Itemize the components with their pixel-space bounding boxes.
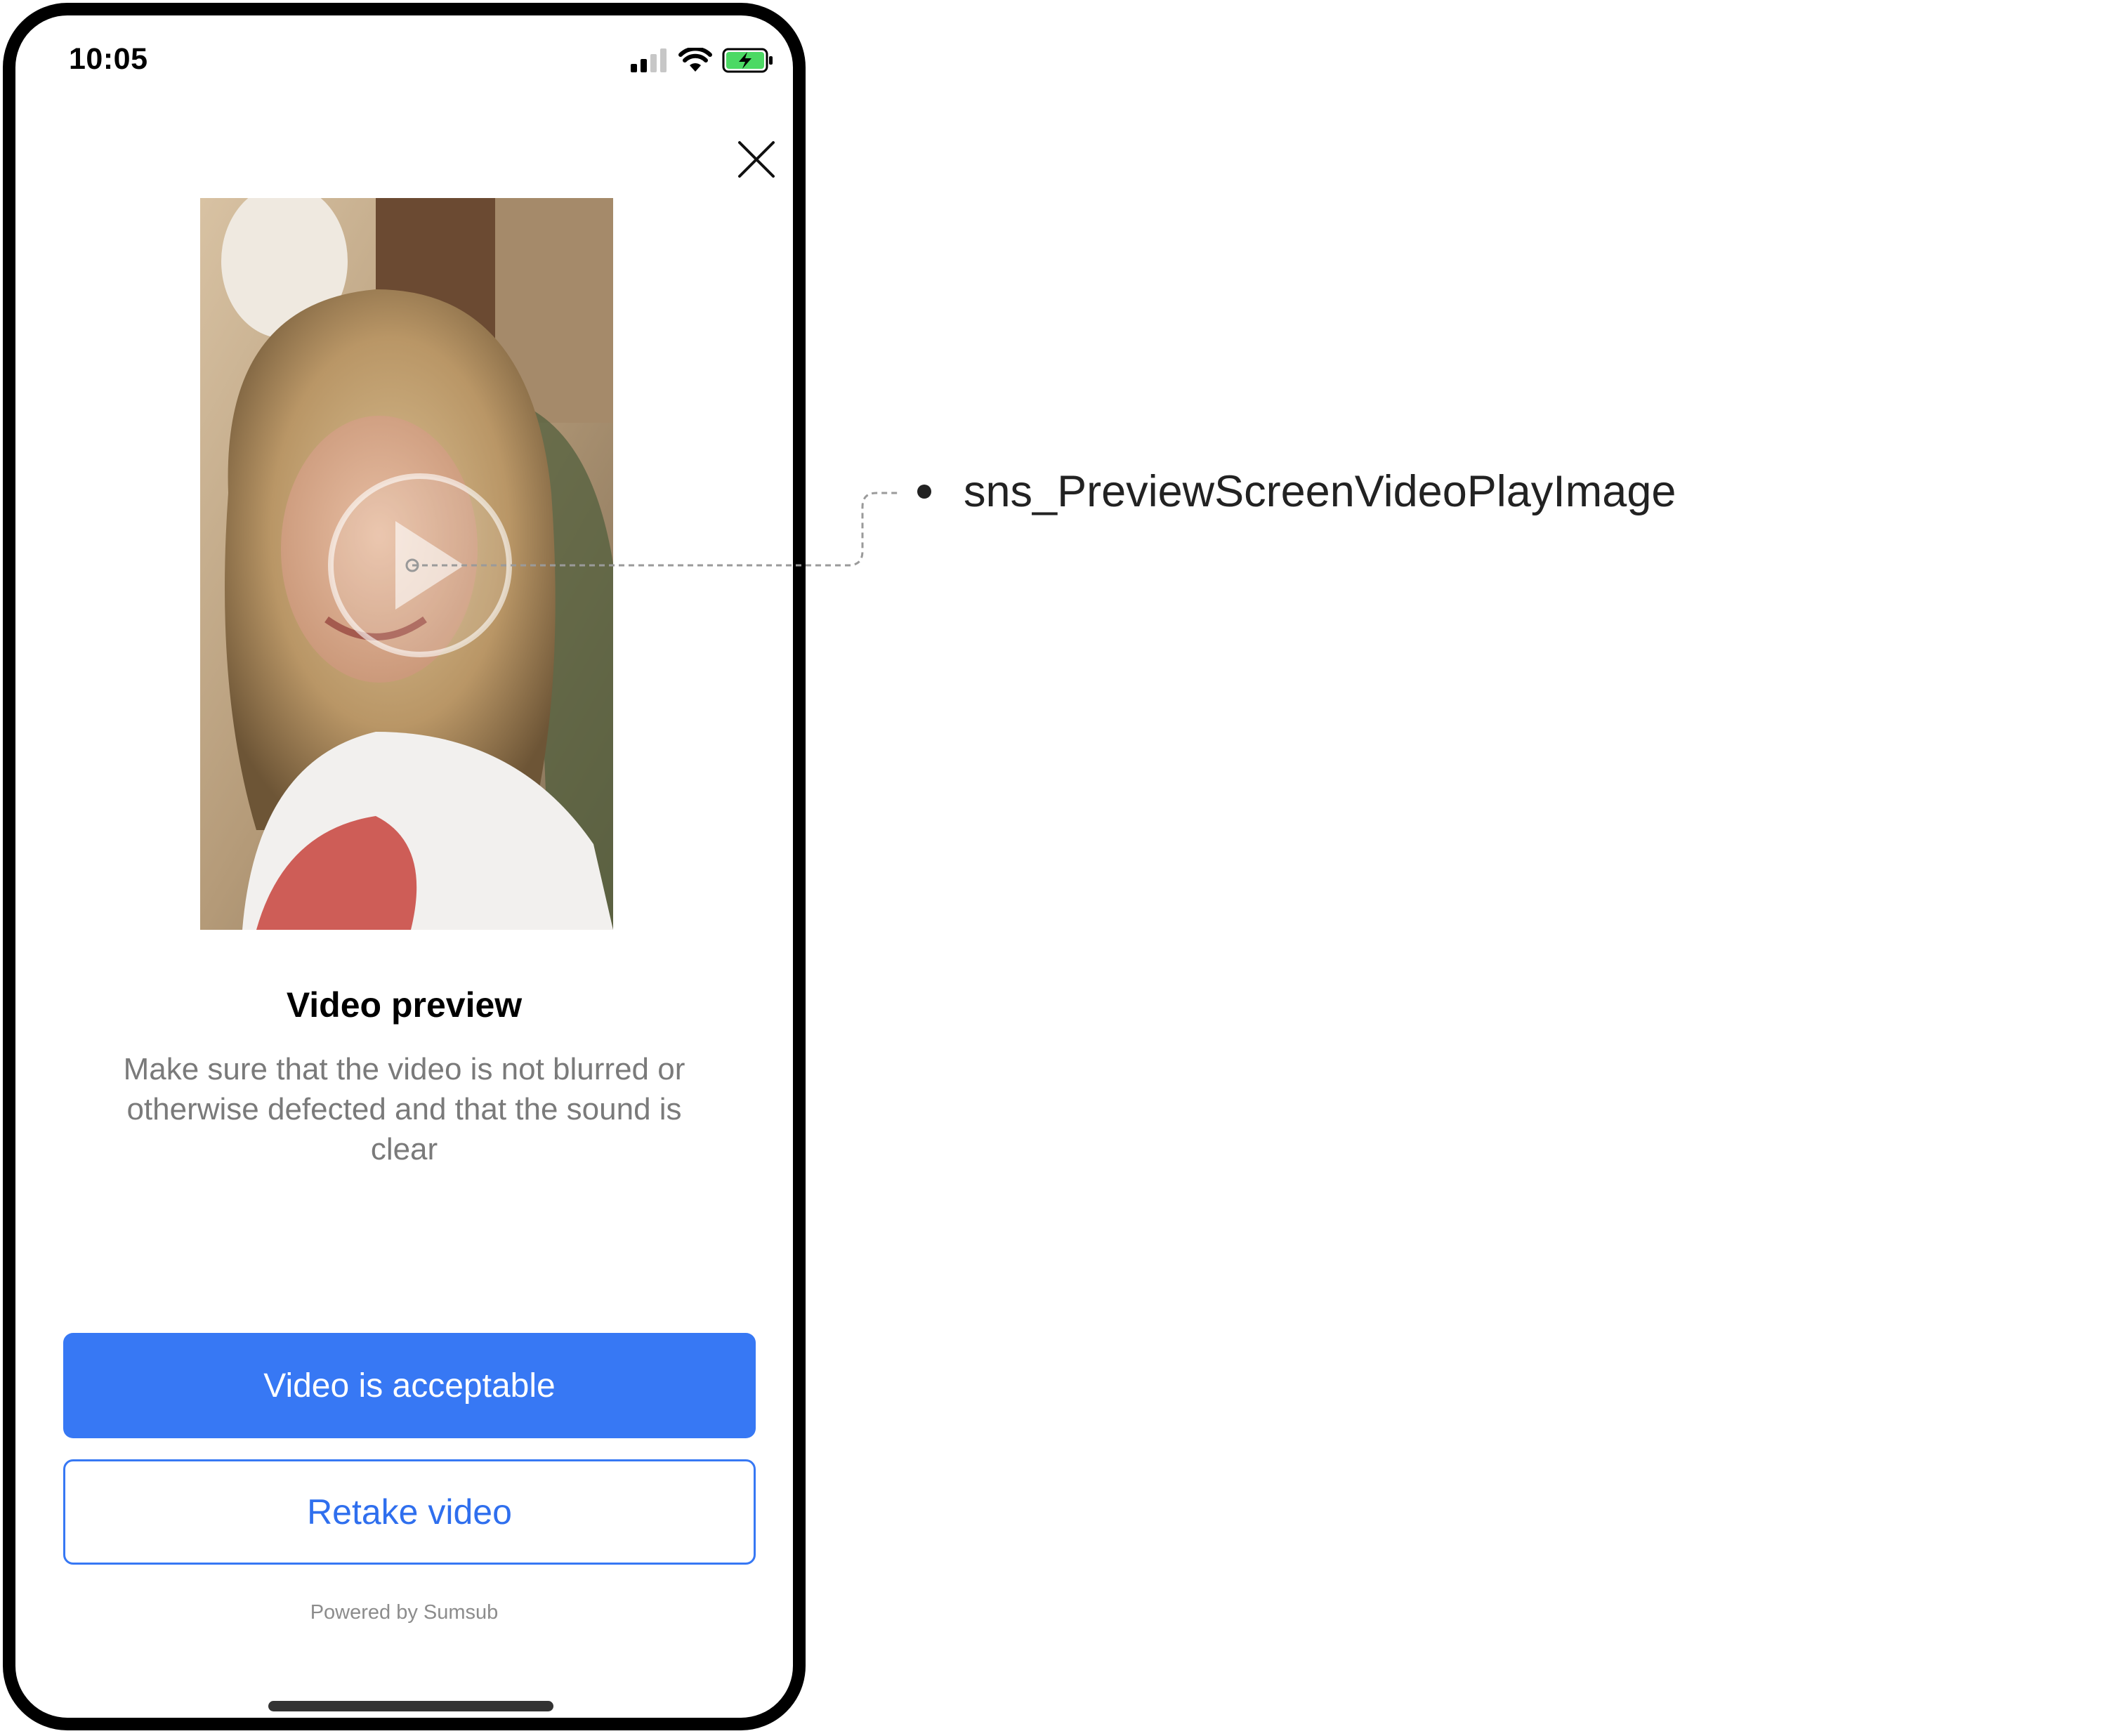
play-button[interactable]	[327, 472, 513, 659]
video-acceptable-button[interactable]: Video is acceptable	[63, 1333, 756, 1438]
home-indicator[interactable]	[268, 1701, 553, 1711]
close-button[interactable]	[729, 132, 784, 187]
annotation-bullet	[917, 485, 931, 499]
phone-frame: 10:05 Video preview Make sure that the v…	[3, 3, 806, 1730]
play-circle-icon	[328, 473, 512, 657]
page-title: Video preview	[286, 985, 523, 1025]
status-time: 10:05	[69, 42, 148, 76]
annotation-label: sns_PreviewScreenVideoPlayImage	[964, 467, 1676, 516]
wifi-icon	[678, 46, 712, 77]
battery-charging-icon	[722, 48, 774, 77]
video-preview-thumbnail	[200, 198, 613, 930]
close-icon	[738, 141, 775, 178]
powered-by-label: Powered by Sumsub	[310, 1601, 499, 1624]
page-subtitle: Make sure that the video is not blurred …	[123, 1052, 685, 1166]
cellular-signal-icon	[631, 48, 669, 76]
status-icons	[631, 46, 774, 77]
retake-video-button[interactable]: Retake video	[63, 1459, 756, 1565]
canvas: 10:05 Video preview Make sure that the v…	[0, 0, 2107, 1736]
